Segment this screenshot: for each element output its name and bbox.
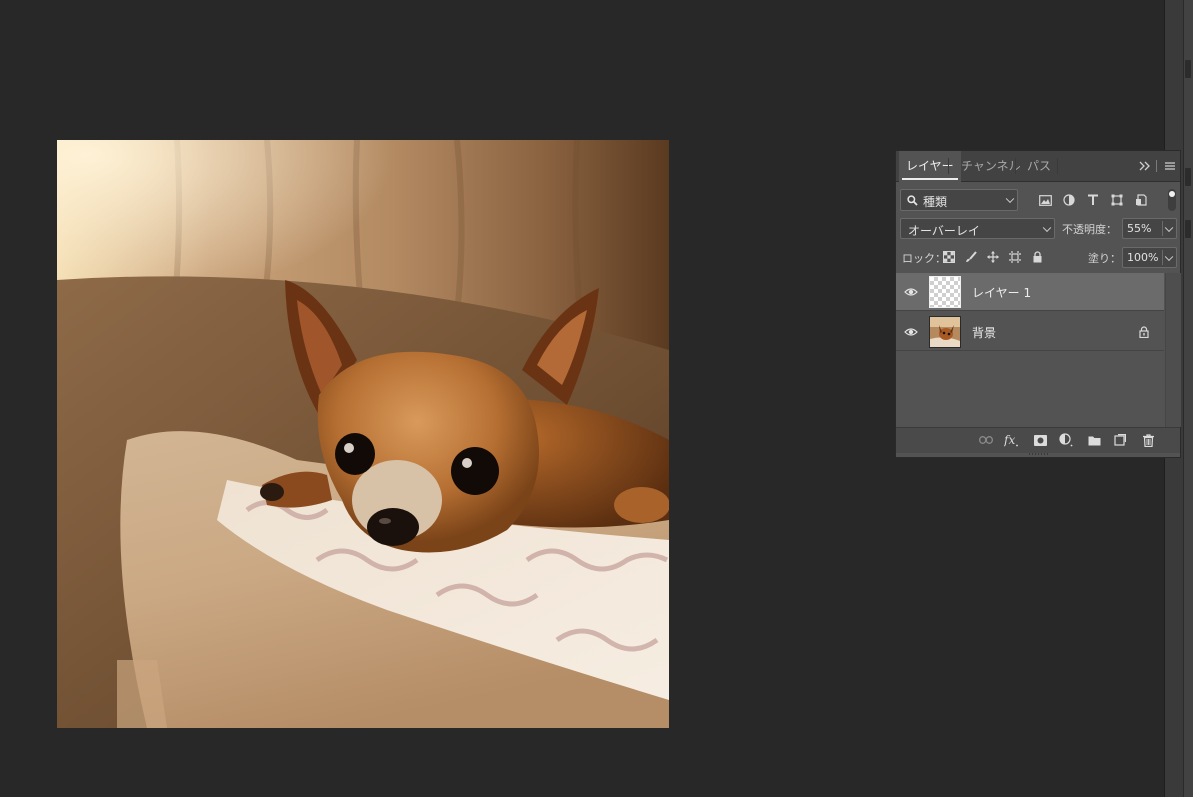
layer-thumbnail <box>929 316 961 348</box>
lock-artboard-icon[interactable] <box>1007 249 1023 265</box>
shape-filter-icon[interactable] <box>1109 192 1125 208</box>
dock-collapsed-strip[interactable] <box>1183 0 1193 797</box>
chevron-down-icon <box>1164 252 1174 261</box>
panel-footer: fx <box>896 427 1180 453</box>
dock-grip[interactable] <box>1185 220 1191 238</box>
layer-row[interactable]: レイヤー 1 <box>896 273 1164 311</box>
add-mask-icon[interactable] <box>1032 432 1048 448</box>
lock-image-pixels-icon[interactable] <box>963 249 979 265</box>
opacity-input[interactable]: 55% <box>1122 218 1177 239</box>
tab-divider <box>1015 158 1016 174</box>
tab-layers[interactable]: レイヤー <box>899 151 961 182</box>
blend-mode-value: オーバーレイ <box>908 224 980 238</box>
lock-transparent-pixels-icon[interactable] <box>941 249 957 265</box>
opacity-label: 不透明度： <box>1062 223 1117 236</box>
layer-row[interactable]: 背景 <box>896 313 1164 351</box>
tab-divider <box>1057 158 1058 174</box>
smart-object-filter-icon[interactable] <box>1133 192 1149 208</box>
panel-menu-icon[interactable] <box>1162 158 1178 174</box>
dock-grip[interactable] <box>1185 168 1191 186</box>
panel-resize-grip[interactable] <box>1029 453 1049 455</box>
fill-label: 塗り： <box>1088 252 1121 265</box>
layer-thumbnail <box>929 276 961 308</box>
tab-divider <box>1156 160 1157 172</box>
chevron-down-icon <box>1005 194 1015 204</box>
lock-position-icon[interactable] <box>985 249 1001 265</box>
tab-channels[interactable]: チャンネル <box>954 151 1028 181</box>
layers-list: レイヤー 1 背景 <box>896 273 1165 427</box>
filter-value: 種類 <box>923 195 948 209</box>
eye-icon[interactable] <box>902 324 920 340</box>
chevron-down-icon <box>1164 223 1174 232</box>
layer-name[interactable]: レイヤー 1 <box>972 284 1031 301</box>
lock-icon <box>1136 324 1152 340</box>
eye-icon[interactable] <box>902 284 920 300</box>
fx-icon[interactable]: fx <box>1004 432 1020 448</box>
type-filter-icon[interactable] <box>1085 192 1101 208</box>
opacity-value: 55% <box>1127 222 1152 235</box>
fill-value: 100% <box>1127 251 1159 264</box>
lock-label: ロック： <box>902 252 946 265</box>
panel-tab-bar: レイヤー チャンネル パス <box>896 151 1180 182</box>
adjustment-filter-icon[interactable] <box>1061 192 1077 208</box>
layers-scrollbar[interactable] <box>1165 273 1181 427</box>
chevron-down-icon <box>1042 223 1052 232</box>
document-canvas[interactable] <box>57 140 669 728</box>
tab-paths[interactable]: パス <box>1020 151 1058 181</box>
lock-all-icon[interactable] <box>1029 249 1045 265</box>
layer-filter-select[interactable]: 種類 <box>900 189 1018 211</box>
layers-panel: レイヤー チャンネル パス 種類 オーバーレイ 不透明度： 55% ロック： 塗… <box>895 150 1181 458</box>
fill-input[interactable]: 100% <box>1122 247 1177 268</box>
new-group-icon[interactable] <box>1086 432 1102 448</box>
dock-grip[interactable] <box>1185 60 1191 78</box>
image-filter-icon[interactable] <box>1037 192 1053 208</box>
svg-text:fx: fx <box>1004 433 1015 447</box>
chihuahua-photo <box>57 140 669 728</box>
delete-layer-icon[interactable] <box>1140 432 1156 448</box>
new-adjustment-layer-icon[interactable] <box>1058 432 1074 448</box>
new-layer-icon[interactable] <box>1112 432 1128 448</box>
blend-mode-select[interactable]: オーバーレイ <box>900 218 1055 239</box>
collapse-panel-icon[interactable] <box>1137 158 1153 174</box>
search-icon <box>907 195 918 206</box>
link-layers-icon[interactable] <box>978 432 994 448</box>
tab-divider <box>948 158 949 174</box>
layer-name[interactable]: 背景 <box>972 324 996 341</box>
filter-toggle[interactable] <box>1168 189 1176 211</box>
